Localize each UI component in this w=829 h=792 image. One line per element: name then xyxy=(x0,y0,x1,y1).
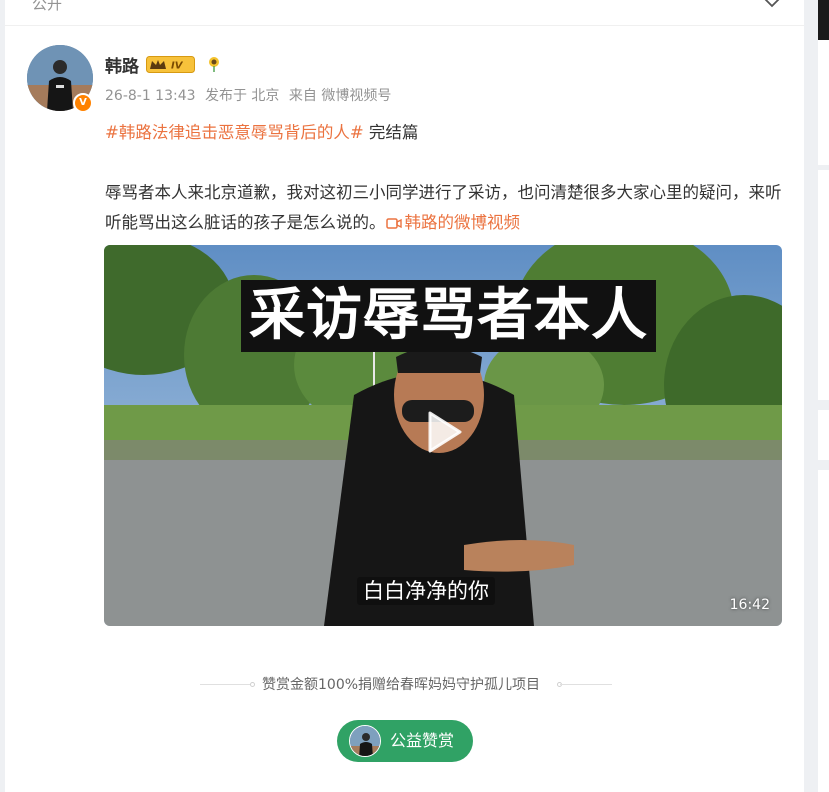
author-name[interactable]: 韩路 xyxy=(105,52,139,77)
post-location: 发布于 北京 xyxy=(204,88,280,104)
post-card: 公开 V 韩路 IV 26-8-1 13:43 发布于 北京 来自 微博视频号 … xyxy=(5,0,804,792)
video-subtitle: 白白净净的你 xyxy=(357,577,495,605)
post-body: 辱骂者本人来北京道歉，我对这初三小同学进行了采访，也问清楚很多大家心里的疑问，来… xyxy=(105,178,783,238)
divider-dot-left xyxy=(250,682,255,687)
reward-note: 赞赏金额100%捐赠给春晖妈妈守护孤儿项目 xyxy=(200,673,612,697)
reward-note-text: 赞赏金额100%捐赠给春晖妈妈守护孤儿项目 xyxy=(262,677,541,693)
sidebar-panel-4 xyxy=(818,470,829,792)
play-icon[interactable] xyxy=(412,403,470,461)
reward-button-label: 公益赞赏 xyxy=(390,731,455,750)
sunflower-icon xyxy=(209,57,219,72)
hashtag-link[interactable]: #韩路法律追击恶意辱骂背后的人# xyxy=(105,123,364,142)
vip-level-badge[interactable]: IV xyxy=(146,56,195,73)
visibility-selector[interactable]: 公开 xyxy=(5,0,804,26)
video-camera-icon xyxy=(385,218,402,229)
reward-avatar xyxy=(349,725,381,757)
visibility-label: 公开 xyxy=(32,0,63,13)
chevron-down-icon[interactable] xyxy=(764,0,780,8)
video-title-overlay: 采访辱骂者本人 xyxy=(241,280,656,352)
video-duration: 16:42 xyxy=(729,597,770,613)
post-time[interactable]: 26-8-1 13:43 xyxy=(105,88,196,104)
post-source: 来自 微博视频号 xyxy=(288,88,392,104)
video-player[interactable]: 采访辱骂者本人 白白净净的你 16:42 xyxy=(104,245,782,626)
divider-right xyxy=(560,684,612,685)
reward-avatar-photo xyxy=(350,726,380,756)
video-link-label: 韩路的微博视频 xyxy=(404,213,521,232)
post-text: #韩路法律追击恶意辱骂背后的人# 完结篇 辱骂者本人来北京道歉，我对这初三小同学… xyxy=(105,118,783,238)
divider-left xyxy=(200,684,252,685)
charity-reward-button[interactable]: 公益赞赏 xyxy=(337,720,473,762)
post-meta: 26-8-1 13:43 发布于 北京 来自 微博视频号 xyxy=(105,85,391,105)
sidebar-panel-1 xyxy=(818,40,829,165)
sidebar-panel-3 xyxy=(818,410,829,460)
verified-badge: V xyxy=(73,93,93,113)
sidebar-panel-2 xyxy=(818,170,829,400)
right-sidebar-edge xyxy=(818,0,829,792)
video-link[interactable]: 韩路的微博视频 xyxy=(385,213,521,232)
post-title-suffix: 完结篇 xyxy=(363,123,419,142)
sidebar-dark-block xyxy=(818,0,829,40)
post-title-line: #韩路法律追击恶意辱骂背后的人# 完结篇 xyxy=(105,118,783,148)
level-text: IV xyxy=(171,61,184,72)
